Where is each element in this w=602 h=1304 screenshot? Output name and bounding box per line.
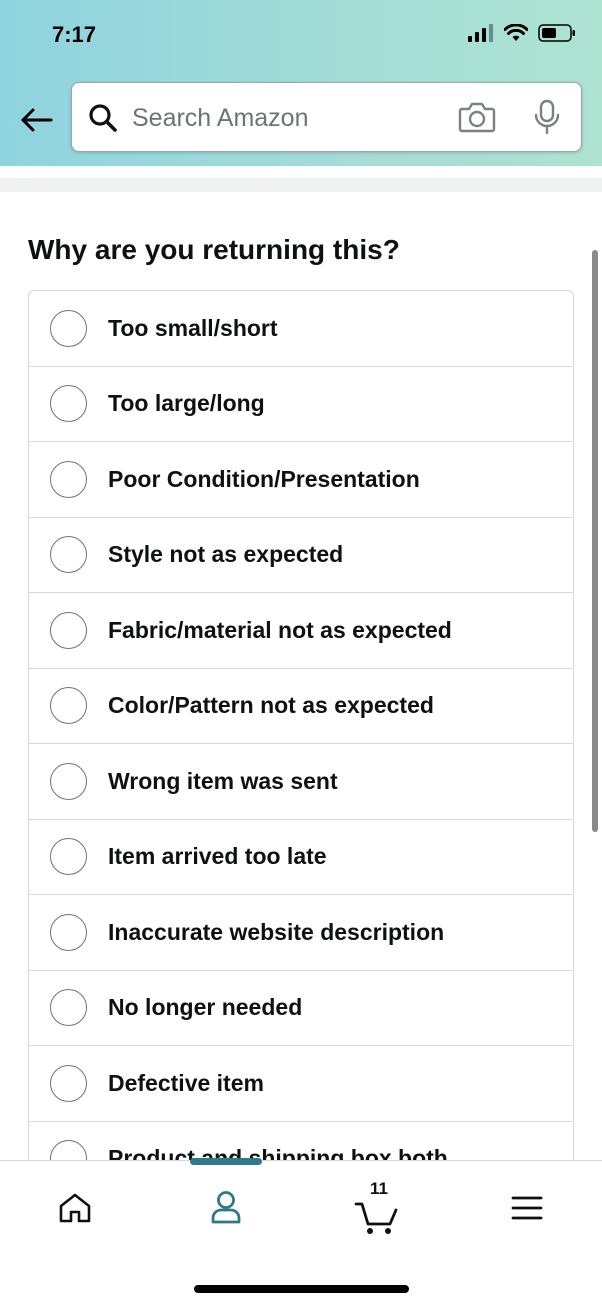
cart-count-badge: 11 — [370, 1179, 388, 1198]
nav-account[interactable] — [196, 1183, 256, 1233]
reason-label: Style not as expected — [108, 541, 344, 568]
home-indicator — [194, 1285, 409, 1293]
reason-option[interactable]: Inaccurate website description — [29, 895, 573, 971]
home-icon — [59, 1193, 91, 1223]
radio-button[interactable] — [50, 838, 87, 876]
reason-option[interactable]: Defective item — [29, 1046, 573, 1122]
active-tab-indicator — [190, 1158, 262, 1165]
reason-label: Product and shipping box both — [108, 1145, 448, 1160]
status-time: 7:17 — [52, 22, 97, 47]
status-icons — [468, 24, 576, 42]
reason-label: Inaccurate website description — [108, 918, 445, 945]
radio-button[interactable] — [50, 460, 87, 498]
radio-button[interactable] — [50, 385, 87, 423]
radio-button[interactable] — [50, 309, 87, 347]
reason-option[interactable]: Too large/long — [29, 367, 573, 442]
bottom-nav: 11 — [0, 1158, 602, 1304]
search-bar[interactable] — [71, 82, 582, 152]
reason-option[interactable]: Color/Pattern not as expected — [29, 669, 573, 744]
reason-option[interactable]: Too small/short — [29, 291, 573, 367]
arrow-left-icon — [21, 108, 53, 132]
page-title: Why are you returning this? — [28, 234, 400, 265]
hamburger-menu-icon — [511, 1196, 543, 1220]
scrollbar[interactable] — [592, 250, 598, 832]
search-icon — [89, 104, 117, 132]
header: 7:17 — [0, 0, 602, 166]
reason-option[interactable]: Fabric/material not as expected — [29, 593, 573, 669]
reason-option[interactable]: Item arrived too late — [29, 820, 573, 895]
back-button[interactable] — [16, 100, 56, 140]
status-bar: 7:17 — [0, 0, 602, 72]
nav-home[interactable] — [45, 1183, 105, 1233]
return-reason-panel: Why are you returning this? Too small/sh… — [0, 192, 602, 1160]
radio-button[interactable] — [50, 1064, 87, 1102]
return-reason-list: Too small/short Too large/long Poor Cond… — [28, 290, 574, 1160]
reason-label: Color/Pattern not as expected — [108, 692, 434, 719]
reason-option[interactable]: No longer needed — [29, 971, 573, 1046]
radio-button[interactable] — [50, 687, 87, 725]
radio-button[interactable] — [50, 989, 87, 1027]
divider-strip — [0, 178, 602, 192]
user-icon — [211, 1191, 241, 1224]
cart-icon — [354, 1202, 398, 1234]
reason-label: Too large/long — [108, 390, 265, 417]
radio-button[interactable] — [50, 1140, 87, 1160]
nav-menu[interactable] — [497, 1183, 557, 1233]
reason-label: Poor Condition/Presentation — [108, 465, 420, 492]
reason-label: Wrong item was sent — [108, 767, 338, 794]
reason-option[interactable]: Wrong item was sent — [29, 744, 573, 820]
search-input[interactable] — [132, 99, 432, 137]
nav-cart[interactable] — [347, 1193, 407, 1243]
cellular-signal-icon — [468, 24, 493, 42]
reason-label: No longer needed — [108, 994, 303, 1021]
microphone-icon[interactable] — [533, 99, 561, 135]
reason-option[interactable]: Poor Condition/Presentation — [29, 442, 573, 518]
reason-option[interactable]: Style not as expected — [29, 518, 573, 593]
reason-option[interactable]: Product and shipping box both — [29, 1122, 573, 1160]
reason-label: Fabric/material not as expected — [108, 616, 452, 643]
camera-icon[interactable] — [458, 101, 496, 133]
radio-button[interactable] — [50, 913, 87, 951]
radio-button[interactable] — [50, 762, 87, 800]
battery-icon — [538, 24, 575, 42]
radio-button[interactable] — [50, 611, 87, 649]
reason-label: Item arrived too late — [108, 843, 327, 870]
radio-button[interactable] — [50, 536, 87, 574]
reason-label: Too small/short — [108, 314, 278, 341]
wifi-icon — [504, 24, 528, 41]
reason-label: Defective item — [108, 1069, 264, 1096]
